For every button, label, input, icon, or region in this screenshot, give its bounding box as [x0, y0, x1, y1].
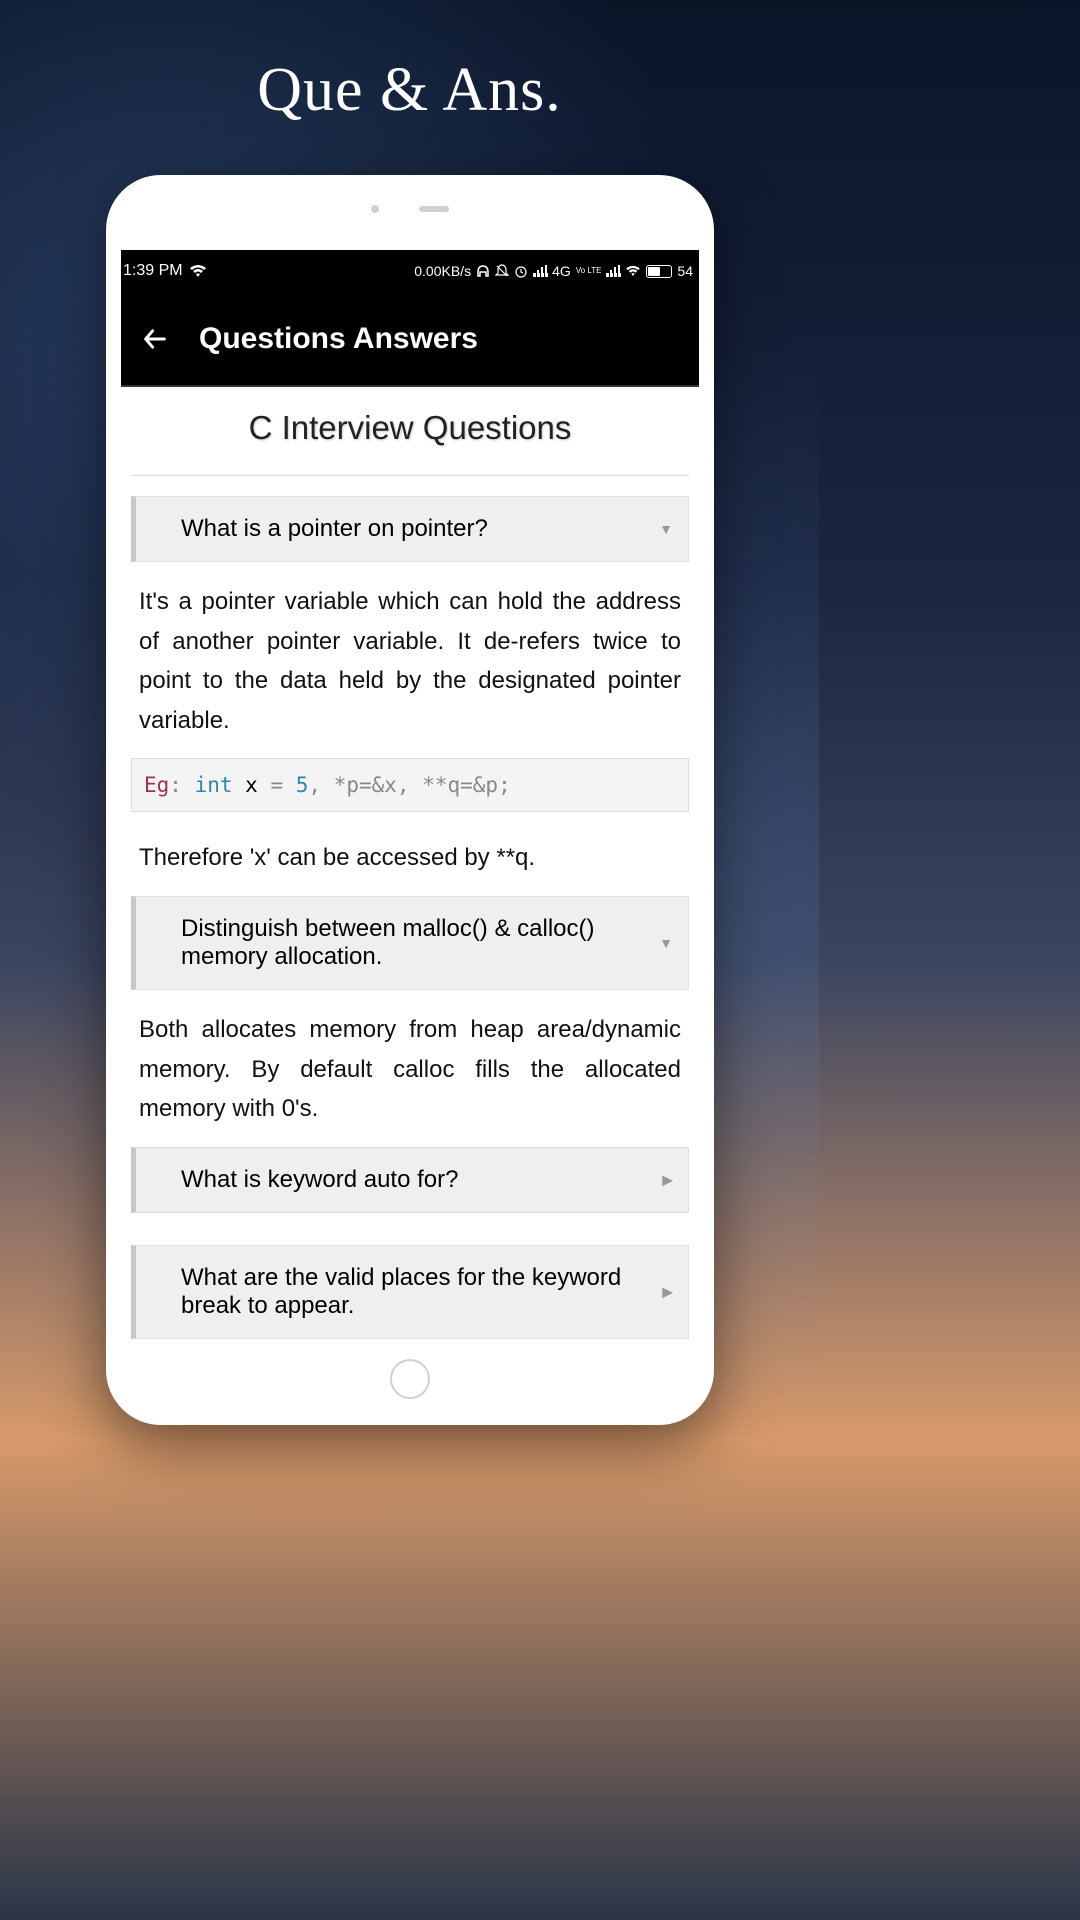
code-block: Eg: int x = 5, *p=&x, **q=&p; [131, 758, 689, 812]
phone-speaker-bar [419, 206, 449, 212]
app-title: Questions Answers [199, 322, 478, 356]
battery-icon [646, 265, 672, 278]
accordion-q4[interactable]: What are the valid places for the keywor… [131, 1245, 689, 1339]
app-bar: Questions Answers [121, 292, 699, 387]
accordion-q3-label: What is keyword auto for? [181, 1166, 458, 1193]
status-data-rate: 0.00KB/s [414, 263, 471, 279]
accordion-q2-label: Distinguish between malloc() & calloc() … [181, 915, 594, 970]
wifi-icon-2 [625, 265, 641, 277]
phone-home-button[interactable] [390, 1359, 430, 1399]
q1-answer-2: Therefore 'x' can be accessed by **q. [131, 830, 689, 896]
lte-label: Vo LTE [576, 267, 602, 275]
page-title: Que & Ans. [0, 55, 819, 126]
chevron-down-icon: ▼ [659, 521, 673, 537]
phone-camera-dot [371, 205, 379, 213]
signal-icon-2 [606, 265, 620, 277]
wifi-icon [189, 264, 207, 278]
accordion-q3[interactable]: What is keyword auto for? ▶ [131, 1147, 689, 1213]
accordion-q1[interactable]: What is a pointer on pointer? ▼ [131, 496, 689, 562]
dnd-icon [495, 264, 509, 278]
chevron-right-icon: ▶ [662, 1283, 673, 1300]
content-area[interactable]: C Interview Questions What is a pointer … [121, 387, 699, 1345]
section-title: C Interview Questions [131, 387, 689, 476]
signal-icon-1 [533, 265, 547, 277]
phone-frame: 1:39 PM 0.00KB/s 4G [106, 175, 714, 1425]
q1-answer-1: It's a pointer variable which can hold t… [131, 574, 689, 758]
headphones-icon [476, 264, 490, 278]
q2-answer: Both allocates memory from heap area/dyn… [131, 1002, 689, 1147]
chevron-right-icon: ▶ [662, 1171, 673, 1188]
alarm-icon [514, 264, 528, 278]
battery-level: 54 [677, 263, 693, 279]
back-button[interactable] [141, 325, 169, 353]
screen: 1:39 PM 0.00KB/s 4G [121, 250, 699, 1345]
status-time: 1:39 PM [123, 262, 183, 280]
chevron-down-icon: ▼ [659, 935, 673, 951]
status-bar: 1:39 PM 0.00KB/s 4G [121, 250, 699, 292]
network-label: 4G [552, 263, 571, 279]
accordion-q1-label: What is a pointer on pointer? [181, 515, 488, 542]
accordion-q4-label: What are the valid places for the keywor… [181, 1264, 621, 1319]
accordion-q2[interactable]: Distinguish between malloc() & calloc() … [131, 896, 689, 990]
